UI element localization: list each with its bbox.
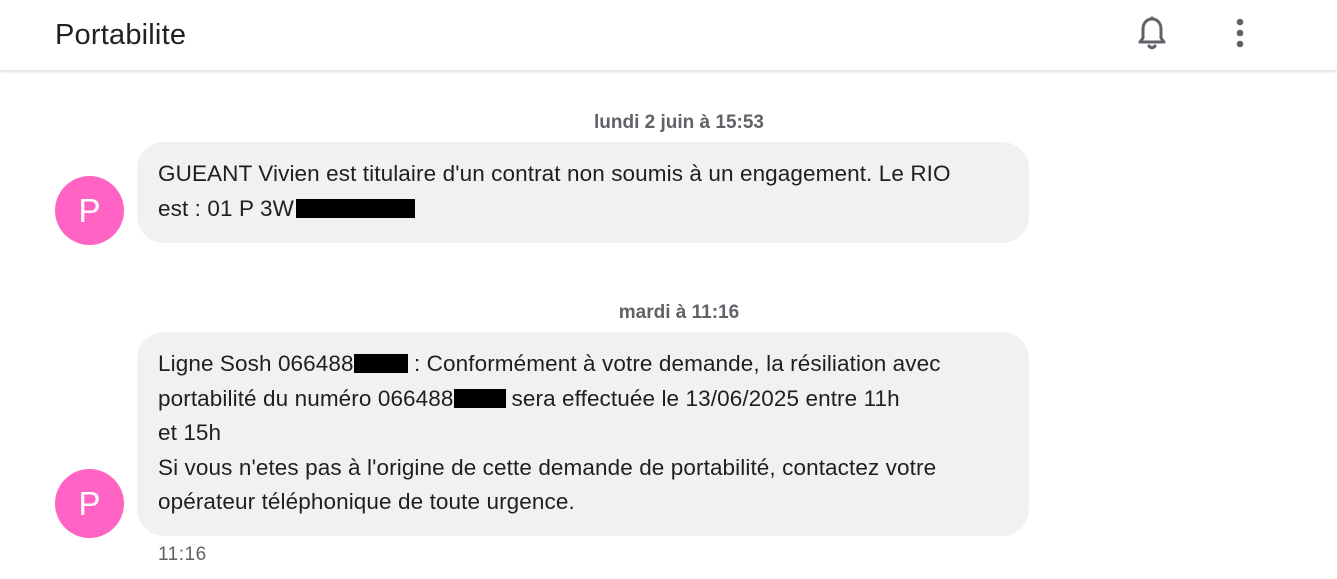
redaction-bar <box>453 388 506 408</box>
message-text: GUEANT Vivien est titulaire d'un contrat… <box>158 161 951 186</box>
message-bubble[interactable]: Ligne Sosh 066488 : Conformément à votre… <box>137 332 1029 536</box>
conversation-title: Portabilite <box>55 19 187 51</box>
message-text: Si vous n'etes pas à l'origine de cette … <box>158 454 937 480</box>
more-options-button[interactable] <box>1218 11 1262 55</box>
message-text: Ligne Sosh 066488 <box>158 351 354 376</box>
date-header: lundi 2 juin à 15:53 <box>594 112 764 133</box>
sender-avatar[interactable]: P <box>55 469 124 538</box>
message-text: opérateur téléphonique de toute urgence. <box>158 489 575 514</box>
conversation-thread[interactable]: lundi 2 juin à 15:53 P GUEANT Vivien est… <box>0 70 1337 579</box>
avatar-letter: P <box>78 484 101 522</box>
date-header: mardi à 11:16 <box>618 302 740 323</box>
message-bubble[interactable]: GUEANT Vivien est titulaire d'un contrat… <box>137 142 1029 243</box>
app-bar: Portabilite <box>0 0 1337 70</box>
redaction-bar <box>353 354 408 373</box>
redaction-bar <box>295 198 415 218</box>
sender-avatar[interactable]: P <box>55 176 124 245</box>
bell-icon <box>1138 16 1166 50</box>
message-text: sera effectuée le 13/06/2025 entre 11h <box>511 385 900 411</box>
message-text: et 15h <box>158 420 222 445</box>
message-text: est : 01 P 3W <box>158 195 294 221</box>
message-text: portabilité du numéro 066488 <box>158 385 454 411</box>
message-time: 11:16 <box>158 544 207 565</box>
more-vert-icon <box>1236 18 1244 48</box>
notifications-button[interactable] <box>1130 11 1174 55</box>
message-text: : Conformément à votre demande, la résil… <box>407 351 941 376</box>
avatar-letter: P <box>78 191 101 229</box>
